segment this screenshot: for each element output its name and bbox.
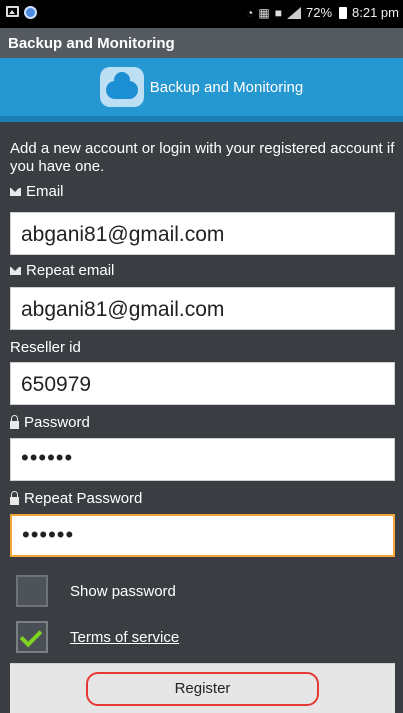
lock-icon [10,414,19,429]
show-password-label[interactable]: Show password [70,583,176,600]
mail-icon [10,187,21,196]
email-label: Email [10,183,64,200]
terms-checkbox[interactable] [16,621,48,653]
repeat-password-label: Repeat Password [10,490,142,507]
password-field[interactable]: •••••• [10,438,395,481]
lock-icon [10,490,19,505]
register-button[interactable]: Register [86,671,319,706]
repeat-password-field[interactable]: •••••• [10,514,395,557]
battery-percent: 72% [305,5,333,20]
checkmark-icon [19,624,43,648]
app-header: Backup and Monitoring [0,58,403,122]
repeat-email-field[interactable]: abgani81@gmail.com [10,287,395,330]
lte-icon: ▦ [258,5,270,20]
register-bar: Register [10,663,395,713]
repeat-email-label-text: Repeat email [26,262,115,279]
password-label: Password [10,414,90,431]
email-label-text: Email [26,183,64,200]
app-screen: ◔ ▦ ■ 72% 8:21 pm Backup and Monitoring … [0,0,403,713]
cloud-icon [99,67,144,107]
intro-text: Add a new account or login with your reg… [10,140,395,175]
image-icon [6,6,19,17]
app-dot-icon [24,6,37,19]
terms-of-service-link[interactable]: Terms of service [70,629,179,646]
repeat-email-label: Repeat email [10,262,114,279]
clock-time: 8:21 pm [352,5,399,20]
header-title: Backup and Monitoring [149,78,304,96]
app-title: Backup and Monitoring [0,28,403,58]
reseller-id-label: Reseller id [10,339,81,356]
signal-icon [286,6,301,19]
show-password-checkbox[interactable] [16,575,48,607]
password-label-text: Password [24,414,90,431]
status-bar: ◔ ▦ ■ 72% 8:21 pm [0,0,403,28]
reseller-id-field[interactable]: 650979 [10,362,395,405]
repeat-password-label-text: Repeat Password [24,490,143,507]
terms-row[interactable]: Terms of service [16,621,179,653]
mail-icon [10,266,21,275]
alarm-icon: ◔ [246,5,254,20]
battery-icon [339,6,348,19]
show-password-row[interactable]: Show password [16,575,176,607]
reseller-id-label-text: Reseller id [10,339,81,356]
email-field[interactable]: abgani81@gmail.com [10,212,395,255]
cast-icon: ■ [274,5,282,20]
